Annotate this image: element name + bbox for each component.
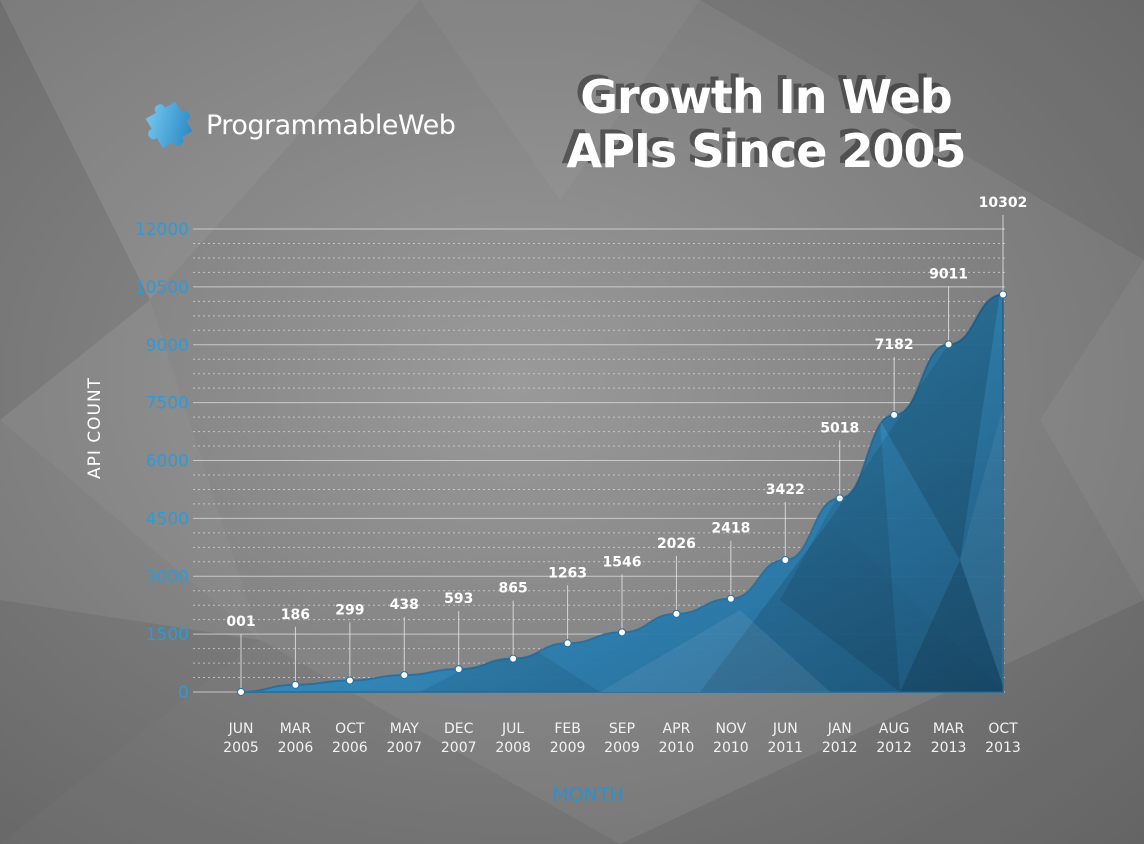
y-axis-title: API COUNT [85, 377, 105, 479]
y-tick-label: 4500 [146, 509, 189, 529]
data-label: 1546 [603, 554, 642, 570]
x-tick-month: JUL [501, 721, 524, 737]
data-label: 186 [281, 607, 310, 623]
x-tick-month: JUN [228, 721, 254, 737]
data-point [890, 410, 899, 419]
data-point [999, 290, 1007, 299]
x-axis-ticks: JUN 2005 MAR 2006 OCT 2006 MAY 2007 DEC 2007 JUL 20… [223, 721, 1021, 756]
area-facets [420, 294, 1003, 692]
data-label: 3422 [766, 482, 805, 498]
x-tick-year: 2007 [441, 740, 477, 756]
y-tick-label: 7500 [146, 394, 189, 414]
x-tick-year: 2009 [604, 740, 640, 756]
data-label: 001 [226, 614, 255, 630]
y-tick-label: 6000 [146, 452, 189, 472]
data-point [237, 687, 245, 696]
x-tick-month: APR [663, 721, 691, 737]
x-tick-year: 2013 [931, 740, 967, 756]
x-tick-month: AUG [879, 721, 910, 737]
data-label: 2026 [657, 536, 696, 552]
y-tick-label: 1500 [146, 625, 189, 645]
x-tick-month: OCT [988, 721, 1018, 737]
x-tick-month: MAR [280, 721, 312, 737]
data-label: 865 [499, 581, 528, 597]
x-tick-year: 2012 [876, 740, 912, 756]
x-tick-month: JAN [827, 721, 852, 737]
data-point [835, 494, 844, 503]
data-point [944, 340, 953, 349]
x-tick-year: 2011 [767, 740, 803, 756]
x-tick-month: MAY [390, 721, 420, 737]
data-label: 299 [335, 602, 364, 618]
x-tick-year: 2013 [985, 740, 1021, 756]
data-label: 593 [444, 591, 473, 607]
y-axis-ticks: 0 1500 3000 4500 6000 7500 9000 10500 12000 [135, 220, 189, 703]
x-tick-year: 2005 [223, 740, 259, 756]
data-label: 10302 [979, 195, 1028, 211]
data-point [781, 555, 790, 564]
x-tick-year: 2006 [332, 740, 368, 756]
x-tick-year: 2006 [278, 740, 314, 756]
data-label: 9011 [929, 266, 968, 282]
y-tick-label: 10500 [135, 278, 189, 298]
data-point [672, 609, 681, 618]
data-point [454, 665, 463, 674]
x-tick-year: 2010 [659, 740, 695, 756]
data-point [726, 594, 735, 603]
data-label: 438 [390, 597, 419, 613]
x-tick-month: NOV [715, 721, 746, 737]
y-tick-label: 3000 [146, 567, 189, 587]
data-label: 2418 [711, 521, 750, 537]
x-tick-year: 2009 [550, 740, 586, 756]
x-axis-title: MONTH [552, 784, 623, 806]
api-growth-chart: 0 1500 3000 4500 6000 7500 9000 10500 12000 001 1… [85, 195, 1028, 806]
x-tick-year: 2012 [822, 740, 858, 756]
x-tick-month: SEP [609, 721, 635, 737]
y-tick-label: 0 [178, 683, 189, 703]
x-tick-year: 2007 [386, 740, 422, 756]
x-tick-month: OCT [335, 721, 365, 737]
data-point [400, 671, 409, 680]
chart-area-series [240, 293, 1004, 693]
x-tick-month: FEB [554, 721, 581, 737]
x-tick-year: 2008 [495, 740, 531, 756]
x-tick-month: MAR [933, 721, 965, 737]
data-label: 1263 [548, 565, 587, 581]
y-tick-label: 9000 [146, 336, 189, 356]
data-point [509, 654, 518, 663]
data-label: 7182 [875, 337, 914, 353]
x-tick-month: DEC [444, 721, 474, 737]
y-tick-label: 12000 [135, 220, 189, 240]
x-tick-month: JUN [772, 721, 798, 737]
data-point [291, 680, 300, 689]
x-tick-year: 2010 [713, 740, 749, 756]
data-point [618, 628, 626, 637]
data-label: 5018 [820, 420, 859, 436]
data-point [563, 639, 572, 648]
data-point [345, 676, 354, 685]
